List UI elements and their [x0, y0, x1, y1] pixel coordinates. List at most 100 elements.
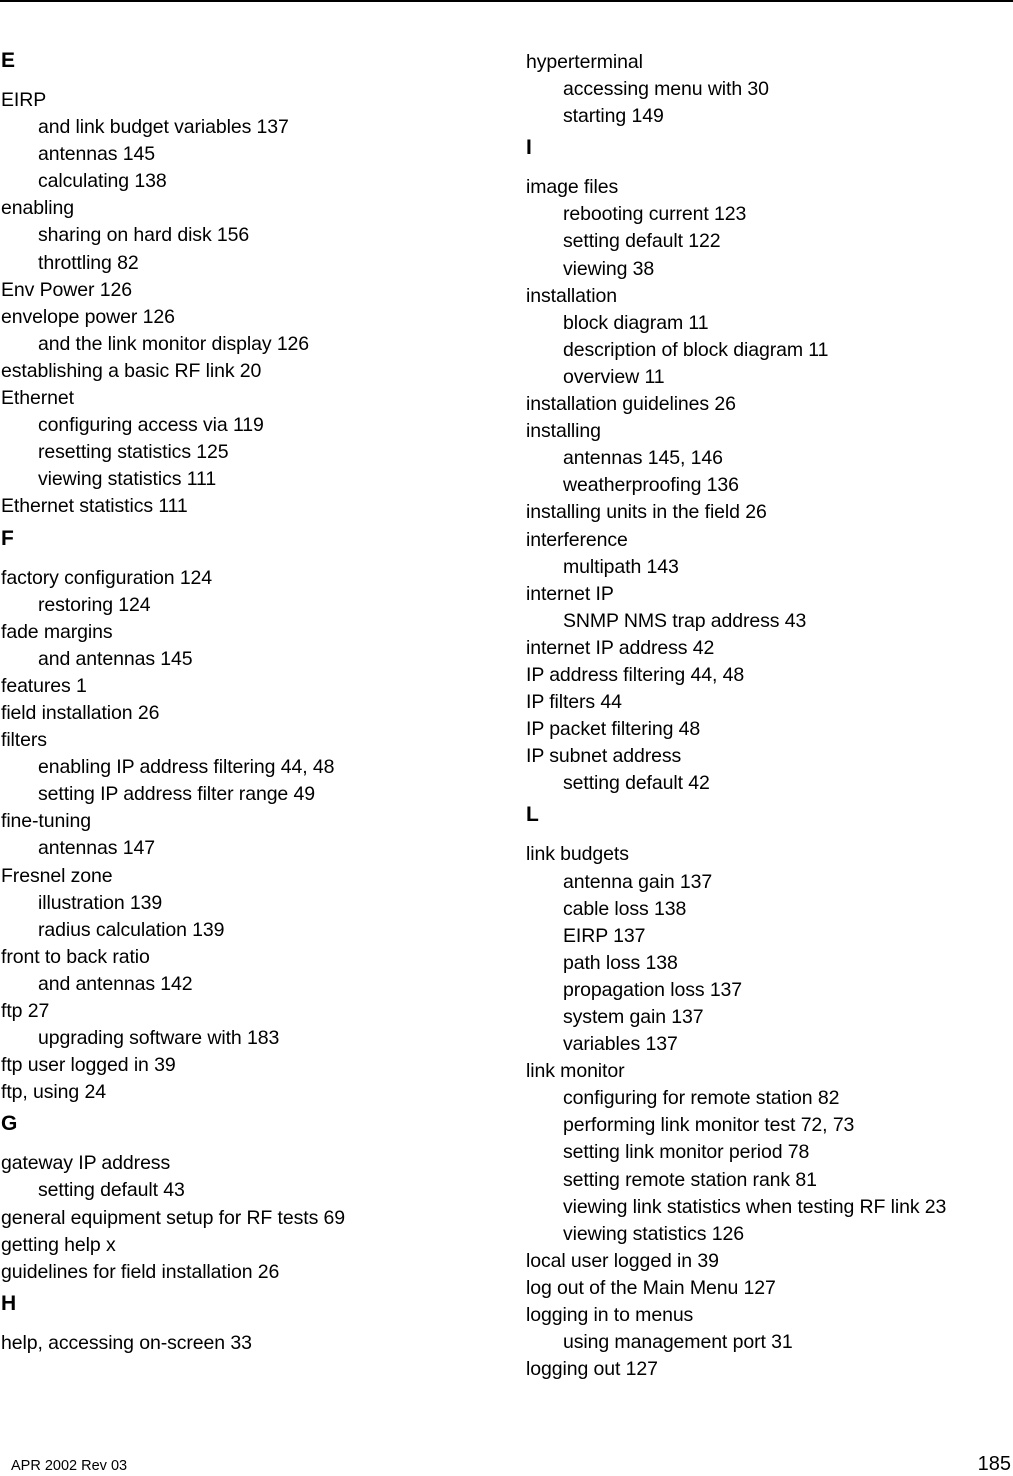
index-subentry: setting link monitor period 78	[563, 1141, 810, 1164]
index-entry: IP packet filtering 48	[526, 718, 701, 741]
index-entry: installing	[526, 420, 601, 443]
index-entry: filters	[1, 729, 47, 752]
index-entry: fade margins	[1, 620, 113, 643]
index-entry: Ethernet	[1, 387, 74, 410]
index-entry: general equipment setup for RF tests 69	[1, 1206, 346, 1229]
index-entry: IP subnet address	[526, 745, 682, 768]
index-section: E EIRP and link budget variables 137 antenn…	[1, 47, 501, 521]
index-subentry: SNMP NMS trap address 43	[563, 609, 807, 632]
index-subentry: antennas 145	[38, 143, 155, 166]
index-entry: fine-tuning	[1, 810, 91, 833]
index-entry: guidelines for field installation 26	[1, 1260, 280, 1283]
index-entry: factory configuration 124	[1, 566, 213, 589]
index-entry: internet IP	[526, 582, 614, 605]
section-letter-heading: L	[526, 803, 539, 827]
index-subentry: using management port 31	[563, 1331, 793, 1354]
index-subentry: antennas 145, 146	[563, 447, 723, 470]
index-entry: establishing a basic RF link 20	[1, 359, 262, 382]
index-subentry: illustration 139	[38, 891, 163, 914]
index-entry: logging in to menus	[526, 1304, 694, 1327]
index-section: Ffactory configuration 124 restoring 124 f…	[1, 525, 501, 1107]
index-section: Hhelp, accessing on-screen 33	[1, 1290, 501, 1357]
section-letter-heading: I	[526, 136, 532, 160]
index-entry: logging out 127	[526, 1358, 658, 1381]
section-letter-heading: E	[1, 49, 16, 72]
index-subentry: block diagram 11	[563, 311, 709, 334]
index-subentry: setting default 122	[563, 230, 721, 253]
index-subentry: antenna gain 137	[563, 870, 713, 893]
index-subentry: multipath 143	[563, 555, 679, 578]
index-entry: installation guidelines 26	[526, 393, 736, 416]
index-subentry: performing link monitor test 72, 73	[563, 1114, 855, 1137]
index-entry: help, accessing on-screen 33	[1, 1331, 252, 1354]
index-entry: installing units in the field 26	[526, 501, 767, 524]
index-subentry: cable loss 138	[563, 897, 687, 920]
index-subentry: viewing 38	[563, 257, 655, 280]
index-subentry: sharing on hard disk 156	[38, 224, 250, 247]
index-entry: log out of the Main Menu 127	[526, 1276, 776, 1299]
index-entry: image files	[526, 176, 619, 199]
index-subentry: variables 137	[563, 1033, 678, 1056]
index-subentry: and antennas 145	[38, 647, 193, 670]
index-subentry: throttling 82	[38, 251, 139, 274]
index-entry: features 1	[1, 674, 87, 697]
index-subentry: description of block diagram 11	[563, 338, 829, 361]
index-entry: EIRP	[1, 89, 47, 111]
index-entry: ftp, using 24	[1, 1081, 106, 1104]
section-letter-heading: F	[1, 526, 14, 550]
index-subentry: starting 149	[563, 105, 664, 128]
index-entry: front to back ratio	[1, 945, 150, 968]
index-entry: enabling	[1, 197, 74, 220]
index-subentry: system gain 137	[563, 1006, 704, 1028]
index-subentry: EIRP 137	[563, 924, 646, 947]
index-entry: interference	[526, 528, 628, 551]
index-entry: Ethernet statistics 111	[1, 495, 188, 518]
index-subentry: configuring access via 119	[38, 414, 264, 437]
index-subentry: upgrading software with 183	[38, 1027, 280, 1050]
index-subentry: setting remote station rank 81	[563, 1168, 817, 1191]
index-entry: Fresnel zone	[1, 864, 113, 887]
index-entry: IP address filtering 44, 48	[526, 663, 745, 686]
index-entry: ftp user logged in 39	[1, 1054, 176, 1077]
index-entry: Env Power 126	[1, 278, 132, 301]
index-entry: ftp 27	[1, 1000, 50, 1022]
index-subentry: setting default 43	[38, 1179, 185, 1202]
index-subentry: accessing menu with 30	[563, 78, 769, 101]
index-entry: local user logged in 39	[526, 1249, 719, 1272]
index-entry: link budgets	[526, 843, 629, 866]
index-subentry: restoring 124	[38, 593, 151, 616]
index-subentry: viewing link statistics when testing RF …	[563, 1195, 947, 1218]
index-subentry: setting default 42	[563, 772, 710, 795]
index-entry: IP filters 44	[526, 691, 622, 714]
index-entry: internet IP address 42	[526, 636, 715, 659]
index-section: Llink budgets antenna gain 137 cable loss …	[526, 801, 1013, 1383]
page-number: 185	[977, 1453, 1011, 1475]
index-subentry: and antennas 142	[38, 972, 193, 995]
index-entry: field installation 26	[1, 701, 160, 724]
index-entry: gateway IP address	[1, 1152, 171, 1175]
index-section: Ggateway IP address setting default 43 gen…	[1, 1110, 501, 1285]
index-subentry: configuring for remote station 82	[563, 1087, 840, 1110]
index-subentry: viewing statistics 111	[38, 468, 217, 491]
index-subentry: antennas 147	[38, 837, 155, 860]
index-subentry: radius calculation 139	[38, 918, 225, 941]
index-entry: envelope power 126	[1, 305, 175, 328]
section-letter-heading: H	[1, 1291, 17, 1315]
index-subentry: path loss 138	[563, 951, 678, 974]
footer-revision: APR 2002 Rev 03	[11, 1458, 128, 1474]
index-subentry: weatherproofing 136	[563, 474, 739, 497]
section-letter-heading: G	[1, 1112, 18, 1136]
index-entry: link monitor	[526, 1060, 625, 1083]
index-subentry: and link budget variables 137	[38, 116, 289, 139]
index-entry: hyperterminal	[526, 51, 643, 73]
header-rule	[0, 0, 1013, 2]
index-subentry: calculating 138	[38, 170, 167, 193]
index-entry: getting help x	[1, 1233, 116, 1256]
index-section: hyperterminal accessing menu with 30 start…	[526, 49, 1013, 130]
index-subentry: overview 11	[563, 365, 665, 388]
index-section: Iimage files rebooting current 123 setting…	[526, 134, 1013, 797]
index-column-right: hyperterminal accessing menu with 30 start…	[526, 49, 1013, 1383]
index-entry: installation	[526, 284, 617, 307]
index-subentry: and the link monitor display 126	[38, 332, 310, 355]
index-subentry: enabling IP address filtering 44, 48	[38, 756, 335, 779]
